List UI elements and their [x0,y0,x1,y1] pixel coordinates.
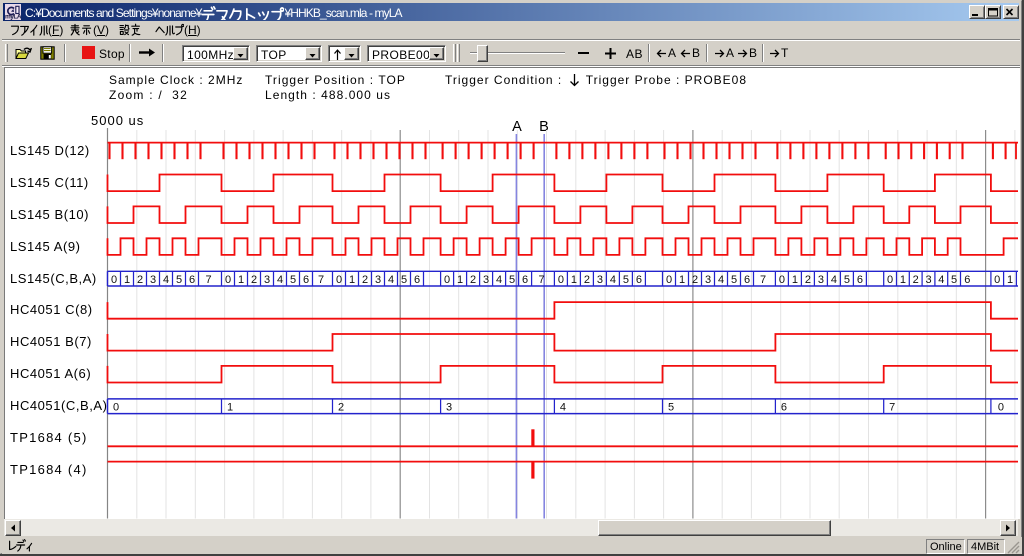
svg-text:3: 3 [597,274,603,286]
svg-text:1: 1 [349,274,355,286]
svg-text:1: 1 [1007,274,1013,286]
svg-text:5: 5 [844,274,850,286]
svg-text:3: 3 [375,274,381,286]
svg-text:6: 6 [781,402,787,414]
svg-text:3: 3 [483,274,489,286]
svg-text:7: 7 [205,274,211,286]
svg-text:6: 6 [857,274,863,286]
svg-text:0: 0 [444,274,450,286]
svg-text:2: 2 [338,402,344,414]
svg-text:0: 0 [113,402,119,414]
svg-text:6: 6 [964,274,970,286]
svg-text:6: 6 [303,274,309,286]
svg-text:0: 0 [887,274,893,286]
svg-text:6: 6 [636,274,642,286]
svg-text:6: 6 [522,274,528,286]
svg-text:1: 1 [792,274,798,286]
svg-text:7: 7 [760,274,766,286]
svg-text:4: 4 [277,274,283,286]
svg-text:4: 4 [496,274,502,286]
svg-text:2: 2 [913,274,919,286]
svg-text:0: 0 [666,274,672,286]
svg-text:5: 5 [176,274,182,286]
svg-text:3: 3 [925,274,931,286]
svg-text:4: 4 [938,274,944,286]
svg-text:5: 5 [401,274,407,286]
svg-text:7: 7 [538,274,544,286]
svg-text:4: 4 [831,274,837,286]
svg-text:3: 3 [264,274,270,286]
svg-text:1: 1 [457,274,463,286]
svg-text:5: 5 [290,274,296,286]
svg-text:6: 6 [189,274,195,286]
svg-text:4: 4 [388,274,394,286]
svg-text:4: 4 [163,274,169,286]
svg-text:3: 3 [150,274,156,286]
svg-text:1: 1 [238,274,244,286]
svg-text:1: 1 [571,274,577,286]
svg-text:0: 0 [336,274,342,286]
svg-text:3: 3 [446,402,452,414]
svg-text:1: 1 [679,274,685,286]
svg-text:0: 0 [111,274,117,286]
svg-text:6: 6 [744,274,750,286]
svg-text:0: 0 [998,402,1004,414]
svg-text:1: 1 [124,274,130,286]
svg-text:0: 0 [994,274,1000,286]
svg-text:6: 6 [414,274,420,286]
svg-text:0: 0 [225,274,231,286]
svg-text:2: 2 [805,274,811,286]
svg-text:3: 3 [705,274,711,286]
svg-text:2: 2 [584,274,590,286]
svg-text:0: 0 [779,274,785,286]
svg-text:4: 4 [718,274,724,286]
svg-text:5: 5 [731,274,737,286]
svg-text:1: 1 [227,402,233,414]
svg-text:2: 2 [362,274,368,286]
svg-text:2: 2 [137,274,143,286]
svg-text:7: 7 [318,274,324,286]
svg-text:5: 5 [623,274,629,286]
svg-text:2: 2 [251,274,257,286]
svg-text:4: 4 [560,402,566,414]
svg-text:2: 2 [692,274,698,286]
svg-text:4: 4 [610,274,616,286]
svg-text:7: 7 [889,402,895,414]
svg-text:3: 3 [818,274,824,286]
svg-text:5: 5 [509,274,515,286]
svg-text:0: 0 [558,274,564,286]
svg-text:5: 5 [668,402,674,414]
svg-text:2: 2 [470,274,476,286]
svg-text:5: 5 [951,274,957,286]
svg-text:1: 1 [900,274,906,286]
